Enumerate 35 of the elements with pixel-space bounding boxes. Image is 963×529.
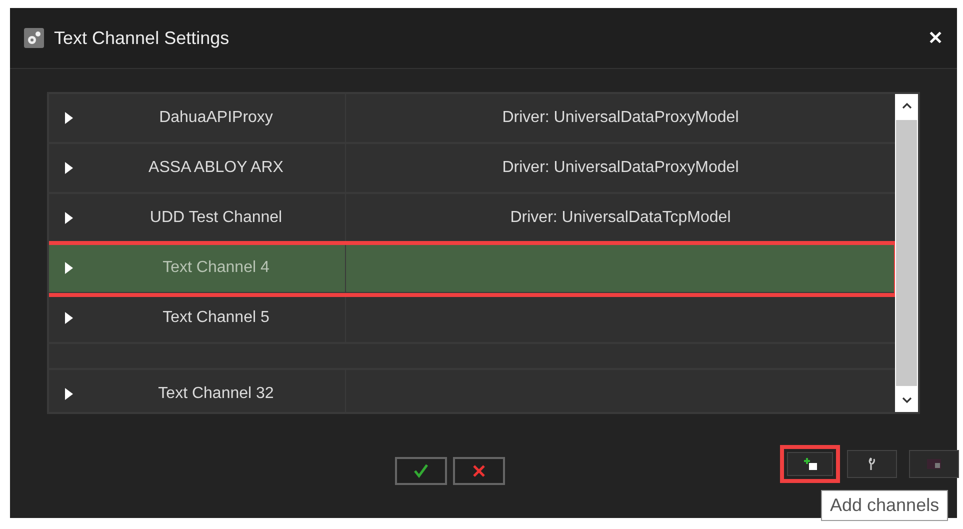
expand-icon[interactable]	[65, 112, 73, 124]
confirm-button[interactable]	[395, 457, 447, 485]
channel-row[interactable]: ASSA ABLOY ARX Driver: UniversalDataProxyModel	[49, 144, 895, 194]
checkmark-icon	[413, 463, 429, 479]
channel-name: Text Channel 5	[162, 309, 270, 327]
scrollbar[interactable]	[895, 94, 918, 412]
tool-button[interactable]	[847, 450, 897, 478]
cancel-button[interactable]	[453, 457, 505, 485]
expand-icon[interactable]	[65, 312, 73, 324]
add-channels-button[interactable]	[780, 445, 840, 483]
expand-icon[interactable]	[65, 262, 73, 274]
driver-label: Driver: UniversalDataTcpModel	[510, 209, 731, 227]
channel-row[interactable]: DahuaAPIProxy Driver: UniversalDataProxyModel	[49, 94, 895, 144]
close-button[interactable]: ✕	[928, 27, 943, 49]
expand-icon[interactable]	[65, 212, 73, 224]
channel-row[interactable]: UDD Test Channel Driver: UniversalDataTcpModel	[49, 194, 895, 244]
channel-row[interactable]: Text Channel 5	[49, 294, 895, 344]
channel-name: ASSA ABLOY ARX	[148, 159, 284, 177]
window-title: Text Channel Settings	[54, 28, 230, 48]
channel-name: Text Channel 4	[162, 259, 270, 277]
scroll-thumb[interactable]	[896, 120, 917, 386]
tooltip: Add channels	[821, 490, 948, 521]
channel-name: DahuaAPIProxy	[159, 109, 273, 127]
channel-name: UDD Test Channel	[150, 209, 282, 227]
expand-icon[interactable]	[65, 162, 73, 174]
scroll-down-icon[interactable]	[900, 396, 912, 404]
plus-window-icon	[801, 455, 819, 473]
channel-name: Text Channel 32	[158, 385, 274, 403]
channel-row[interactable]: Text Channel 4	[49, 244, 895, 294]
gears-icon	[24, 28, 44, 48]
driver-label: Driver: UniversalDataProxyModel	[502, 159, 739, 177]
cross-icon	[471, 463, 487, 479]
driver-label: Driver: UniversalDataProxyModel	[502, 109, 739, 127]
expand-icon[interactable]	[65, 388, 73, 400]
scroll-up-icon[interactable]	[900, 102, 912, 110]
